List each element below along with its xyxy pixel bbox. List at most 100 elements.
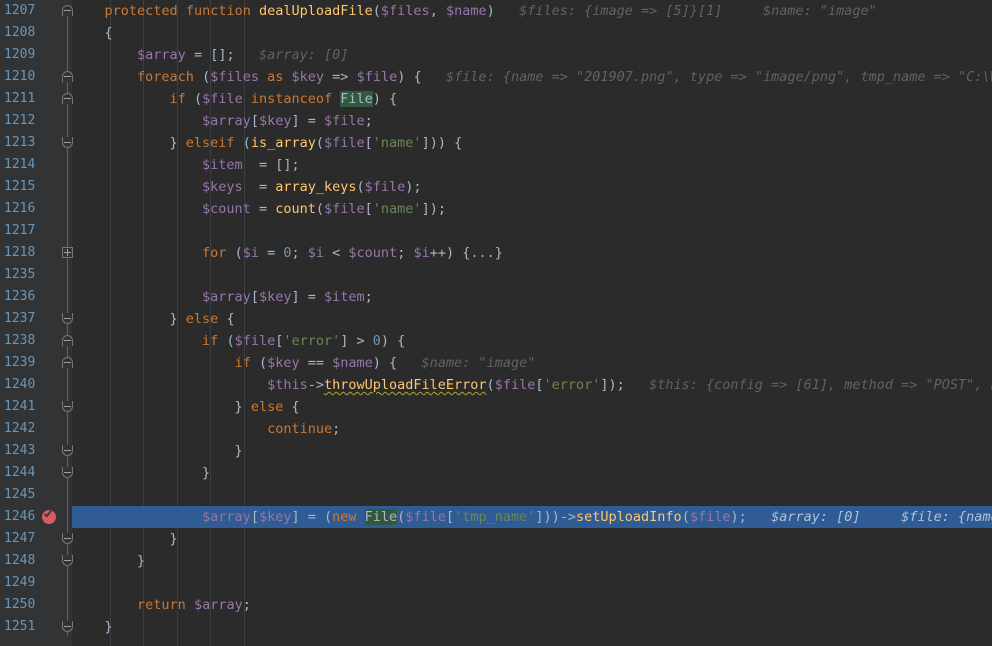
code-line[interactable]: $item = []; <box>72 154 992 176</box>
php-variable: $i <box>307 245 325 261</box>
line-number: 1211 <box>4 91 36 106</box>
code-line[interactable]: for ($i = 0; $i < $count; $i++) {...} <box>72 242 992 264</box>
code-text[interactable]: } <box>72 465 210 481</box>
inline-debugger-value[interactable]: $file: {name => "201907.png", type => "i… <box>422 69 992 85</box>
inline-debugger-value[interactable]: $this: {config => [61], method => "POST"… <box>625 377 992 393</box>
code-line[interactable]: } <box>72 550 992 572</box>
code-text[interactable]: $count = count($file['name']); <box>72 201 446 217</box>
code-line[interactable]: $array = []; $array: [0] <box>72 44 992 66</box>
method-name[interactable]: array_keys <box>275 179 356 195</box>
code-line[interactable]: if ($key == $name) { $name: "image" <box>72 352 992 374</box>
php-keyword: return <box>137 597 186 613</box>
code-text[interactable]: } else { <box>72 311 235 327</box>
check-mark-icon <box>43 508 53 518</box>
line-number: 1212 <box>4 113 36 128</box>
code-line[interactable]: } elseif (is_array($file['name'])) { <box>72 132 992 154</box>
php-keyword: protected <box>104 3 178 19</box>
code-line[interactable]: } <box>72 616 992 638</box>
code-text[interactable]: } <box>72 553 145 569</box>
code-text[interactable]: { <box>72 25 113 41</box>
method-name[interactable]: setUploadInfo <box>576 509 682 525</box>
code-line[interactable]: } <box>72 440 992 462</box>
php-keyword: if <box>169 91 186 107</box>
php-keyword: continue <box>267 421 333 437</box>
code-line[interactable]: continue; <box>72 418 992 440</box>
code-text[interactable]: $array = []; <box>72 47 235 63</box>
inline-debugger-value[interactable]: $name: "image" <box>397 355 536 371</box>
numeric-literal: 0 <box>372 333 381 349</box>
code-line[interactable] <box>72 484 992 506</box>
code-text[interactable]: for ($i = 0; $i < $count; $i++) {...} <box>72 245 503 261</box>
inline-debugger-value[interactable]: $array: [0] <box>235 47 348 63</box>
code-text[interactable]: $array[$key] = $file; <box>72 113 373 129</box>
code-line[interactable]: $this->throwUploadFileError($file['error… <box>72 374 992 396</box>
code-line[interactable]: return $array; <box>72 594 992 616</box>
occurrence-highlight[interactable]: File <box>364 509 398 525</box>
code-line[interactable]: } <box>72 462 992 484</box>
inline-debugger-value[interactable]: $array: [0] $file: {name = <box>747 509 992 525</box>
code-line[interactable]: $array[$key] = $item; <box>72 286 992 308</box>
breakpoint-verified-icon[interactable] <box>42 508 56 524</box>
code-line[interactable]: if ($file['error'] > 0) { <box>72 330 992 352</box>
code-text[interactable]: $item = []; <box>72 157 300 173</box>
line-number: 1236 <box>4 289 36 304</box>
code-line-current-execution[interactable]: $array[$key] = (new File($file['tmp_name… <box>72 506 992 528</box>
line-number: 1208 <box>4 25 36 40</box>
code-line[interactable]: $keys = array_keys($file); <box>72 176 992 198</box>
line-number: 1243 <box>4 443 36 458</box>
code-line[interactable]: foreach ($files as $key => $file) { $fil… <box>72 66 992 88</box>
code-text[interactable]: foreach ($files as $key => $file) { <box>72 69 422 85</box>
code-text[interactable]: } elseif (is_array($file['name'])) { <box>72 135 463 151</box>
code-text[interactable]: } else { <box>72 399 300 415</box>
string-literal: 'error' <box>543 377 601 393</box>
code-text[interactable]: if ($file['error'] > 0) { <box>72 333 405 349</box>
code-text[interactable]: } <box>72 531 178 547</box>
code-text[interactable]: continue; <box>72 421 340 437</box>
line-number: 1239 <box>4 355 36 370</box>
string-literal: 'name' <box>372 201 422 217</box>
code-text[interactable]: protected function dealUploadFile($files… <box>72 3 495 19</box>
occurrence-highlight[interactable]: File <box>340 91 373 107</box>
line-number: 1245 <box>4 487 36 502</box>
code-line[interactable] <box>72 572 992 594</box>
line-number: 1249 <box>4 575 36 590</box>
code-line[interactable]: $count = count($file['name']); <box>72 198 992 220</box>
php-variable: $files <box>380 3 430 19</box>
code-line[interactable]: } else { <box>72 396 992 418</box>
code-line[interactable]: { <box>72 22 992 44</box>
string-literal: 'name' <box>372 135 422 151</box>
code-line[interactable] <box>72 264 992 286</box>
code-text[interactable]: return $array; <box>72 597 251 613</box>
php-variable: $file <box>234 333 276 349</box>
code-text[interactable]: if ($key == $name) { <box>72 355 398 371</box>
php-variable: $item <box>202 157 243 173</box>
code-lines[interactable]: protected function dealUploadFile($files… <box>72 0 992 638</box>
code-line[interactable] <box>72 220 992 242</box>
code-text[interactable]: } <box>72 443 243 459</box>
code-text[interactable]: if ($file instanceof File) { <box>72 91 397 107</box>
code-text[interactable]: } <box>72 619 113 635</box>
php-variable: $count <box>202 201 251 217</box>
method-call-with-warning[interactable]: throwUploadFileError <box>324 377 487 393</box>
code-content-area[interactable]: protected function dealUploadFile($files… <box>72 0 992 646</box>
editor-gutter[interactable]: 1207 1208 1209 1210 1211 1212 1213 1214 1215 1216… <box>0 0 72 646</box>
php-variable: $array <box>193 597 243 613</box>
php-variable: $i <box>413 245 430 261</box>
php-variable: $file <box>364 179 406 195</box>
code-line[interactable]: protected function dealUploadFile($files… <box>72 0 992 22</box>
code-text[interactable]: $array[$key] = $item; <box>72 289 373 305</box>
line-number: 1214 <box>4 157 36 172</box>
code-line[interactable]: } else { <box>72 308 992 330</box>
inline-debugger-value[interactable]: $files: {image => [5]}[1] $name: "image" <box>495 3 877 19</box>
code-editor[interactable]: 1207 1208 1209 1210 1211 1212 1213 1214 1215 1216… <box>0 0 992 646</box>
code-text[interactable]: $array[$key] = (new File($file['tmp_name… <box>72 509 747 525</box>
code-line[interactable]: $array[$key] = $file; <box>72 110 992 132</box>
method-name[interactable]: count <box>275 201 316 217</box>
method-name[interactable]: dealUploadFile <box>259 3 373 19</box>
php-variable: $array <box>202 289 251 305</box>
code-text[interactable]: $keys = array_keys($file); <box>72 179 421 195</box>
code-text[interactable]: $this->throwUploadFileError($file['error… <box>72 377 625 393</box>
code-line[interactable]: if ($file instanceof File) { <box>72 88 992 110</box>
method-name[interactable]: is_array <box>251 135 316 151</box>
code-line[interactable]: } <box>72 528 992 550</box>
